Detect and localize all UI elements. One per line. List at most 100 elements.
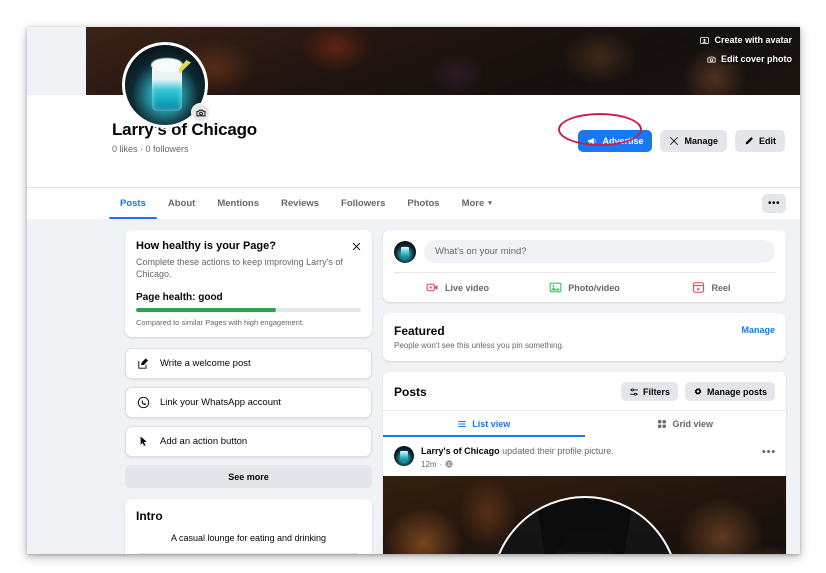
grid-icon xyxy=(657,419,667,429)
posts-view-tabs: List view Grid view xyxy=(383,410,786,437)
left-column: How healthy is your Page? Complete these… xyxy=(125,230,372,554)
tab-mentions-label: Mentions xyxy=(217,198,259,209)
tab-grid-view-label: Grid view xyxy=(672,419,713,429)
header-action-buttons: Advertise Manage xyxy=(578,130,785,152)
action-write-welcome-post-label: Write a welcome post xyxy=(160,358,251,369)
cocktail-foam-graphic xyxy=(151,58,183,72)
edit-bio-button[interactable]: Edit bio xyxy=(136,553,361,554)
create-with-avatar-button[interactable]: Create with avatar xyxy=(700,35,792,45)
tab-about-label: About xyxy=(168,198,195,209)
reel-icon xyxy=(692,281,705,294)
page-health-subtitle: Complete these actions to keep improving… xyxy=(136,256,361,280)
see-more-label: See more xyxy=(228,472,269,482)
page-health-status: Page health: good xyxy=(136,292,361,303)
feed-post-image[interactable] xyxy=(383,476,786,554)
featured-manage-button[interactable]: Manage xyxy=(741,325,775,335)
feed-post: Larry's of Chicago updated their profile… xyxy=(383,437,786,554)
composer-avatar xyxy=(394,241,416,263)
action-link-whatsapp[interactable]: Link your WhatsApp account xyxy=(125,387,372,418)
intro-title: Intro xyxy=(136,509,361,523)
live-video-button[interactable]: Live video xyxy=(394,281,521,294)
posts-card: Posts Filters xyxy=(383,372,786,554)
avatar[interactable] xyxy=(122,42,208,128)
tab-list-view-label: List view xyxy=(472,419,510,429)
tab-more-label: More xyxy=(462,198,485,209)
vest-left-graphic xyxy=(493,498,567,554)
featured-subtitle: People won't see this unless you pin som… xyxy=(394,341,775,350)
intro-card: Intro A casual lounge for eating and dri… xyxy=(125,499,372,554)
tab-list-view[interactable]: List view xyxy=(383,411,585,437)
live-video-label: Live video xyxy=(445,283,489,293)
create-with-avatar-label: Create with avatar xyxy=(714,35,792,45)
globe-icon xyxy=(445,460,453,468)
chevron-down-icon: ▾ xyxy=(488,200,492,207)
page-body: How healthy is your Page? Complete these… xyxy=(27,219,800,554)
feed-post-header: Larry's of Chicago updated their profile… xyxy=(383,437,786,476)
see-more-button[interactable]: See more xyxy=(125,465,372,488)
feed-post-text: Larry's of Chicago updated their profile… xyxy=(421,446,614,458)
manage-button[interactable]: Manage xyxy=(660,130,727,152)
manage-posts-button[interactable]: Manage posts xyxy=(685,382,775,401)
close-icon[interactable] xyxy=(349,239,363,253)
tab-grid-view[interactable]: Grid view xyxy=(585,411,787,437)
photo-video-button[interactable]: Photo/video xyxy=(521,281,648,294)
avatar-card-icon xyxy=(700,36,709,45)
filters-button[interactable]: Filters xyxy=(621,382,678,401)
camera-icon xyxy=(707,55,716,64)
feed-post-meta: 12m · xyxy=(421,460,614,469)
manage-posts-label: Manage posts xyxy=(707,387,767,397)
cocktail-glass-graphic xyxy=(152,67,182,111)
camera-icon[interactable] xyxy=(191,103,210,122)
advertise-button[interactable]: Advertise xyxy=(578,130,652,152)
tab-more[interactable]: More ▾ xyxy=(451,188,503,219)
feed-post-time: 12m xyxy=(421,460,437,469)
megaphone-icon xyxy=(587,136,597,146)
featured-card: Featured People won't see this unless yo… xyxy=(383,313,786,361)
composer-row: What's on your mind? xyxy=(394,240,775,263)
screenshot-root: Create with avatar Edit cover photo xyxy=(0,0,826,573)
composer-actions: Live video Photo/video xyxy=(394,272,775,302)
live-video-icon xyxy=(426,281,439,294)
feed-post-author[interactable]: Larry's of Chicago xyxy=(421,446,500,456)
composer-input[interactable]: What's on your mind? xyxy=(424,240,775,263)
whatsapp-icon xyxy=(137,396,150,409)
cover-actions: Create with avatar Edit cover photo xyxy=(700,35,792,64)
cursor-icon xyxy=(137,435,150,448)
tab-followers[interactable]: Followers xyxy=(330,188,396,219)
action-add-action-button-label: Add an action button xyxy=(160,436,247,447)
facebook-page-frame: Create with avatar Edit cover photo xyxy=(27,27,800,554)
sliders-icon xyxy=(629,387,639,397)
tab-photos[interactable]: Photos xyxy=(396,188,450,219)
edit-button[interactable]: Edit xyxy=(735,130,785,152)
tab-posts[interactable]: Posts xyxy=(109,188,157,219)
tab-about[interactable]: About xyxy=(157,188,206,219)
featured-title: Featured xyxy=(394,324,775,338)
tab-reviews[interactable]: Reviews xyxy=(270,188,330,219)
bowtie-graphic xyxy=(562,532,608,552)
manage-label: Manage xyxy=(684,136,718,146)
list-icon xyxy=(457,419,467,429)
page-health-progress xyxy=(136,308,361,312)
posts-header: Posts Filters xyxy=(383,372,786,410)
page-health-actions: Write a welcome post Link your WhatsApp … xyxy=(125,348,372,488)
post-composer-card: What's on your mind? xyxy=(383,230,786,302)
tab-mentions[interactable]: Mentions xyxy=(206,188,270,219)
feed-post-menu-button[interactable]: ••• xyxy=(762,447,776,458)
photo-video-label: Photo/video xyxy=(568,283,620,293)
edit-label: Edit xyxy=(759,136,776,146)
page-overflow-menu-button[interactable]: ••• xyxy=(762,194,786,213)
gear-icon xyxy=(693,387,703,397)
tab-followers-label: Followers xyxy=(341,198,385,209)
action-add-action-button[interactable]: Add an action button xyxy=(125,426,372,457)
ellipsis-icon: ••• xyxy=(768,199,780,209)
tab-photos-label: Photos xyxy=(407,198,439,209)
edit-cover-photo-button[interactable]: Edit cover photo xyxy=(707,54,792,64)
filters-label: Filters xyxy=(643,387,670,397)
action-write-welcome-post[interactable]: Write a welcome post xyxy=(125,348,372,379)
compose-icon xyxy=(137,357,150,370)
feed-post-avatar[interactable] xyxy=(394,446,414,466)
page-health-title: How healthy is your Page? xyxy=(136,240,361,252)
advertise-label: Advertise xyxy=(602,136,643,146)
page-health-note: Compared to similar Pages with high enga… xyxy=(136,318,361,327)
reel-button[interactable]: Reel xyxy=(648,281,775,294)
